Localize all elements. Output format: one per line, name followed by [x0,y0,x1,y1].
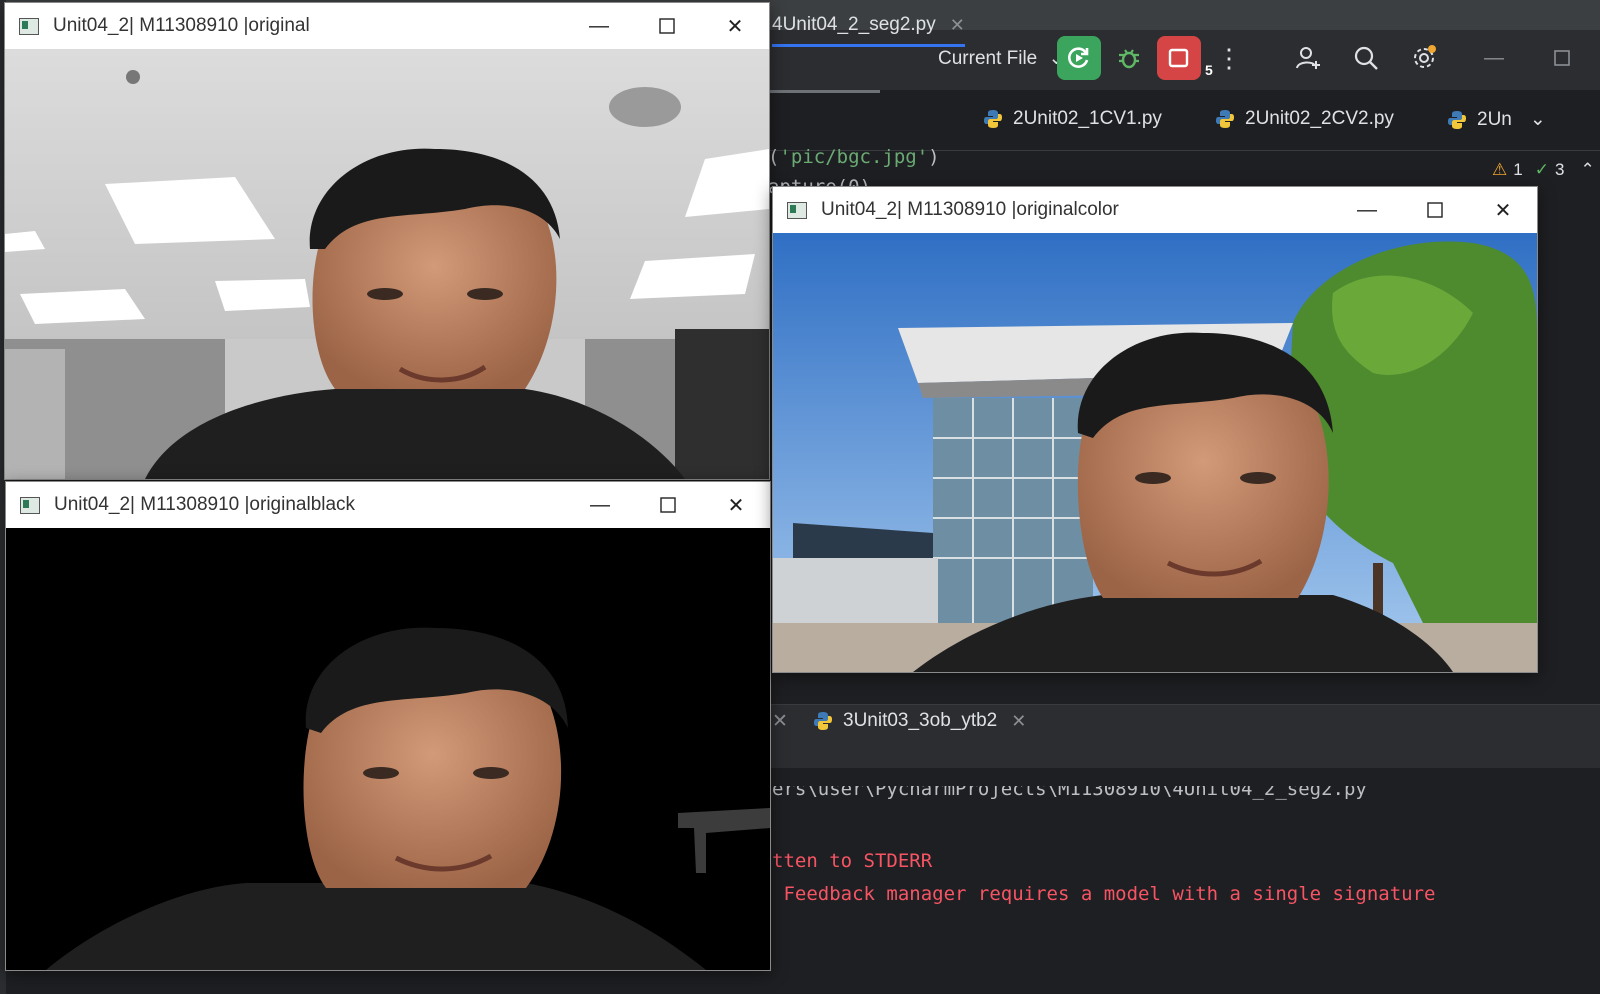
warning-icon: ⚠ [1492,160,1508,179]
app-icon [19,17,39,35]
tab-label: 3Unit03_3ob_ytb2 [843,710,998,731]
bug-icon [1119,49,1139,69]
window-originalcolor[interactable]: Unit04_2| M11308910 |originalcolor — ✕ [772,186,1538,673]
tab-4unit04-2-seg2[interactable]: 4Unit04_2_seg2.py ✕ [772,14,965,47]
minimize-icon[interactable]: — [1333,187,1401,233]
camera-frame-original [5,49,769,479]
tab-label: 2Unit02_2CV2.py [1245,108,1394,129]
maximize-icon[interactable] [634,482,702,528]
minimize-icon[interactable]: — [565,3,633,49]
check-count: 3 [1554,160,1565,179]
app-icon [787,201,807,219]
run-config-label: Current File [938,48,1038,69]
python-icon [984,110,1002,128]
code-line-1: ('pic/bgc.jpg') [768,146,940,168]
warning-count: 1 [1513,160,1523,179]
tab-3unit03-3ob-ytb2[interactable]: 3Unit03_3ob_ytb2 ✕ [813,710,1026,732]
tab-2unit02-1cv1[interactable]: 2Unit02_1CV1.py [983,108,1162,130]
check-icon: ✓ [1534,160,1549,179]
run-console[interactable] [770,768,1600,994]
python-icon [1448,110,1466,129]
console-stderr-line: tten to STDERR [772,850,933,872]
window-titlebar[interactable]: Unit04_2| M11308910 |originalcolor — ✕ [773,187,1537,233]
close-icon[interactable]: ✕ [772,710,788,733]
maximize-icon[interactable] [633,3,701,49]
window-originalblack[interactable]: Unit04_2| M11308910 |originalblack — ✕ [5,481,771,971]
tab-2unit02-2cv2[interactable]: 2Unit02_2CV2.py [1215,108,1394,130]
inspection-widget[interactable]: ⚠ 1 ✓ 3 ⌃ [1492,160,1595,180]
window-title: Unit04_2| M11308910 |originalcolor [821,199,1119,220]
search-icon[interactable] [1350,42,1382,74]
maximize-icon[interactable] [1401,187,1469,233]
maximize-icon[interactable] [1546,42,1578,74]
camera-frame-segmented-black [6,528,770,970]
stop-button[interactable] [1157,36,1201,80]
python-icon [814,712,832,730]
stop-icon [1168,48,1189,68]
chevron-down-icon[interactable]: ⌄ [1530,108,1546,131]
loading-progress [770,90,880,93]
python-icon [1216,110,1234,128]
window-title: Unit04_2| M11308910 |originalblack [54,494,356,515]
close-icon[interactable]: ✕ [1469,187,1537,233]
minimize-icon[interactable]: — [566,482,634,528]
chevron-up-icon[interactable]: ⌃ [1580,160,1594,180]
debug-button[interactable] [1113,42,1145,74]
app-icon [20,496,40,514]
console-error-line: Feedback manager requires a model with a… [772,883,1436,905]
window-title: Unit04_2| M11308910 |original [53,15,310,36]
composited-photo [773,233,1537,672]
window-titlebar[interactable]: Unit04_2| M11308910 |originalblack — ✕ [6,482,770,528]
add-user-icon[interactable] [1292,42,1324,74]
run-button[interactable] [1057,36,1101,80]
window-original[interactable]: Unit04_2| M11308910 |original — ✕ [4,2,770,480]
office-photo [5,49,769,479]
tab-2un[interactable]: 2Un ⌄ [1447,108,1546,131]
run-config-selector[interactable]: Current File ⌄ [938,47,1064,70]
running-count-badge: 5 [1205,62,1213,78]
close-icon[interactable]: ✕ [950,15,965,36]
close-icon[interactable]: ✕ [702,482,770,528]
tab-label: 2Un [1477,108,1512,130]
console-path-line: ers\user\PycharmProjects\M11308910\4Unit… [772,786,1367,800]
tab-label: 4Unit04_2_seg2.py [772,14,936,35]
close-icon[interactable]: ✕ [1011,711,1026,732]
more-actions-icon[interactable]: ⋮ [1213,42,1245,74]
close-icon[interactable]: ✕ [701,3,769,49]
rerun-icon [1068,47,1089,68]
camera-frame-background-replaced [773,233,1537,672]
minimize-icon[interactable]: — [1478,42,1510,74]
window-titlebar[interactable]: Unit04_2| M11308910 |original — ✕ [5,3,769,49]
tab-label: 2Unit02_1CV1.py [1013,108,1162,129]
segmented-person-photo [6,528,770,970]
settings-gear-icon[interactable] [1408,42,1440,74]
